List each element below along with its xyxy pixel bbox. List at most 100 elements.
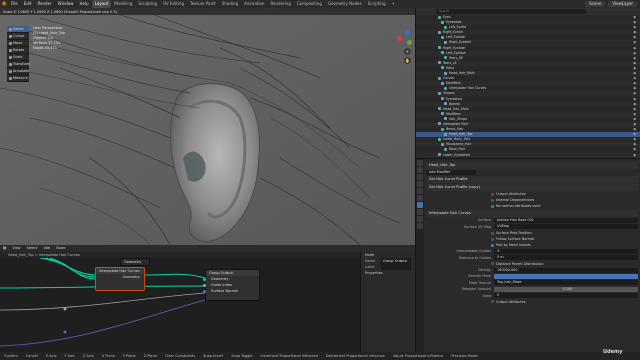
outliner-item-label: Left_Eyelid bbox=[449, 25, 467, 30]
add-modifier-button[interactable]: Add Modifier bbox=[426, 169, 476, 175]
tab-world-icon[interactable] bbox=[417, 188, 423, 194]
tab-physics-icon[interactable] bbox=[417, 209, 423, 215]
geometry-node-editor[interactable]: ▦ View Select Add Node Head_Hair_Top > I… bbox=[0, 245, 415, 352]
tab-object-icon[interactable] bbox=[417, 195, 423, 201]
menu-file[interactable]: File bbox=[8, 0, 21, 8]
object-type-icon bbox=[444, 102, 447, 106]
tool-select-box[interactable]: Select Box bbox=[7, 26, 29, 38]
gizmo-y-icon[interactable] bbox=[407, 40, 412, 45]
node-properties-header[interactable]: Properties bbox=[361, 270, 415, 276]
gizmo-x-icon[interactable] bbox=[397, 36, 402, 41]
output-surface-normal-socket[interactable]: Surface Normal bbox=[203, 288, 259, 294]
node-interpolate-hair-curves[interactable]: Interpolate Hair Curves Geometry bbox=[95, 267, 145, 291]
menu-edit[interactable]: Edit bbox=[21, 0, 35, 8]
blender-logo-icon[interactable]: ◉ bbox=[0, 0, 8, 8]
property-value-field[interactable]: Jawline Hair Base 001 bbox=[494, 218, 638, 224]
property-value-field[interactable]: Top_hair_Mask bbox=[494, 280, 638, 286]
tab-sculpting[interactable]: Sculpting bbox=[135, 0, 160, 8]
tab-render-icon[interactable] bbox=[417, 167, 423, 173]
tab-material-icon[interactable] bbox=[417, 223, 423, 229]
status-y-axis: Y Axis bbox=[64, 354, 75, 358]
object-type-icon bbox=[438, 137, 441, 141]
property-value-field[interactable] bbox=[494, 274, 638, 280]
ne-menu-select[interactable]: Select bbox=[24, 245, 41, 252]
zoom-icon[interactable]: + bbox=[404, 48, 411, 55]
add-workspace-button[interactable]: + bbox=[389, 0, 398, 8]
property-value-field[interactable]: 0 m bbox=[494, 255, 638, 261]
tool-move[interactable]: Move bbox=[7, 40, 29, 47]
tab-texture-paint[interactable]: Texture Paint bbox=[187, 0, 219, 8]
tab-scene-icon[interactable] bbox=[417, 181, 423, 187]
tool-annotate[interactable]: Annotate bbox=[7, 68, 29, 75]
modifier-panel-header[interactable]: Interpolate Hair Curves bbox=[426, 210, 638, 218]
tool-cursor[interactable]: Cursor bbox=[7, 33, 29, 40]
tab-tool-icon[interactable] bbox=[417, 160, 423, 166]
node-group-output[interactable]: Group Output Geometry Guide Index Surfac… bbox=[203, 269, 260, 301]
outliner-item-label: Interpolate Hair Curves bbox=[449, 86, 487, 91]
tool-scale[interactable]: Scale bbox=[7, 54, 29, 61]
object-type-icon bbox=[441, 35, 444, 39]
tab-data-icon[interactable] bbox=[417, 216, 423, 222]
property-checkbox[interactable]: Output Attributes bbox=[426, 299, 638, 305]
menu-window[interactable]: Window bbox=[55, 0, 77, 8]
status-z-axis: Z Axis bbox=[82, 354, 94, 358]
tab-geometry-nodes[interactable]: Geometry Nodes bbox=[325, 0, 365, 8]
property-checkbox[interactable]: Distance Parent Distribution bbox=[426, 261, 638, 267]
object-type-icon bbox=[438, 30, 441, 34]
node-interp-geometry-socket[interactable]: Geometry bbox=[96, 274, 144, 280]
outliner-header: Search bbox=[416, 8, 640, 15]
property-value-field[interactable]: 0.100 bbox=[494, 286, 638, 292]
property-value-field[interactable]: UVMap bbox=[494, 224, 638, 230]
status-snap-invert: Snap Invert bbox=[203, 354, 224, 358]
outliner-item-label: Left_Eyeball bbox=[446, 35, 466, 40]
pan-hand-icon[interactable]: ✋ bbox=[404, 57, 411, 64]
modifier-panel-header[interactable]: Set Hair Curve Profile (copy) bbox=[426, 184, 638, 192]
property-value-field[interactable]: 0 bbox=[494, 293, 638, 299]
tab-rendering[interactable]: Rendering bbox=[267, 0, 293, 8]
outliner-item-label: Curves bbox=[443, 76, 455, 81]
navigation-gizmo[interactable]: + ✋ bbox=[395, 28, 413, 68]
tab-modifier-icon[interactable] bbox=[417, 202, 423, 208]
menu-render[interactable]: Render bbox=[34, 0, 54, 8]
node-editor-type-icon[interactable]: ▦ bbox=[0, 245, 9, 252]
outliner-list: Eyes ◉ Eyebrows ◉ Left_Eyelid ◉ Right_Eyelid ◉ L… bbox=[416, 15, 640, 163]
status-bar: Confirm Cancel X Axis Y Axis Z Axis X Pl… bbox=[0, 352, 640, 360]
scene-select[interactable]: Scene bbox=[585, 1, 606, 7]
object-type-icon bbox=[438, 15, 441, 19]
node-editor-header: ▦ View Select Add Node bbox=[0, 245, 415, 252]
status-cancel: Cancel bbox=[25, 354, 38, 358]
modifier-panel-header[interactable]: Set Hair Curve Profile bbox=[426, 176, 638, 184]
property-value-field[interactable]: 100000.000 bbox=[494, 267, 638, 273]
property-checkbox[interactable]: No normal attributes used bbox=[426, 203, 638, 209]
outliner-item-label: Modifiers bbox=[446, 81, 461, 86]
outliner-item-label: Modifiers bbox=[446, 111, 461, 116]
outliner-item-label: Eyebrows bbox=[446, 20, 462, 25]
object-type-icon bbox=[444, 25, 447, 29]
tab-shading[interactable]: Shading bbox=[219, 0, 241, 8]
tab-output-icon[interactable] bbox=[417, 174, 423, 180]
menu-help[interactable]: Help bbox=[76, 0, 91, 8]
tool-rotate[interactable]: Rotate bbox=[7, 47, 29, 54]
3d-viewport[interactable]: Scale X 1.0600 Y 1.0600 Z 1.0600 (Smooth… bbox=[0, 8, 415, 245]
ne-menu-view[interactable]: View bbox=[9, 245, 23, 252]
property-value-field[interactable]: 3 bbox=[494, 248, 638, 254]
tool-measure[interactable]: Measure bbox=[7, 75, 29, 82]
status-y-plane: Y Plane bbox=[122, 354, 136, 358]
ne-menu-node[interactable]: Node bbox=[53, 245, 68, 252]
outliner-item-label: Interpolate Hair bbox=[443, 121, 469, 126]
tab-animation[interactable]: Animation bbox=[241, 0, 267, 8]
tab-layout[interactable]: Layout bbox=[91, 0, 112, 8]
node-label-input[interactable] bbox=[381, 264, 411, 270]
tab-scripting[interactable]: Scripting bbox=[365, 0, 389, 8]
view-layer-select[interactable]: ViewLayer bbox=[608, 1, 637, 7]
tab-modeling[interactable]: Modeling bbox=[111, 0, 135, 8]
property-checkbox[interactable]: Part by Mesh Islands bbox=[426, 242, 638, 248]
gizmo-z-icon[interactable] bbox=[405, 30, 410, 35]
tool-transform[interactable]: Transform bbox=[7, 61, 30, 68]
ne-menu-add[interactable]: Add bbox=[40, 245, 53, 252]
tab-uv-editing[interactable]: UV Editing bbox=[160, 0, 187, 8]
node-geometry-label[interactable]: Geometry bbox=[120, 258, 150, 266]
outliner-search-input[interactable]: Search bbox=[436, 9, 586, 14]
tab-compositing[interactable]: Compositing bbox=[294, 0, 325, 8]
outliner-item-label: Right_Eyelid bbox=[443, 30, 463, 35]
